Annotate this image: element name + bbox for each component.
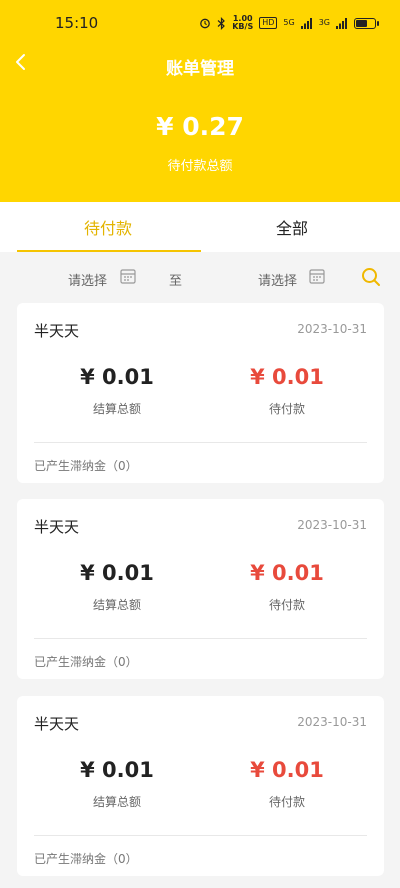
tab-all[interactable]: 全部 — [192, 202, 392, 252]
date-range-separator: 至 — [169, 274, 183, 289]
hd-icon: HD — [259, 17, 278, 29]
pending-label: 待付款 — [268, 795, 305, 809]
page-title: 账单管理 — [166, 59, 234, 79]
late-fee-info: 已产生滞纳金（0） — [34, 852, 138, 866]
status-bar: 15:10 1.00 KB/S HD 5G 3G — [0, 0, 400, 48]
settle-label: 结算总额 — [92, 598, 141, 612]
status-time: 15:10 — [55, 14, 99, 32]
pending-label: 待付款 — [268, 598, 305, 612]
bill-shop-name: 半天天 — [34, 518, 80, 536]
calendar-icon[interactable] — [120, 268, 136, 284]
pending-label: 待付款 — [268, 402, 305, 416]
end-date-picker[interactable]: 请选择 — [258, 270, 297, 289]
late-fee-info: 已产生滞纳金（0） — [34, 459, 138, 473]
bill-date: 2023-10-31 — [297, 322, 367, 336]
tab-pending[interactable]: 待付款 — [8, 202, 208, 252]
network-speed: 1.00 KB/S — [232, 14, 254, 31]
bill-card[interactable]: 半天天 2023-10-31 ¥ 0.01 ¥ 0.01 结算总额 待付款 已产… — [17, 303, 384, 483]
settle-amount: ¥ 0.01 — [80, 758, 154, 782]
card-divider — [34, 835, 367, 836]
pending-amount: ¥ 0.01 — [250, 365, 324, 389]
settle-label: 结算总额 — [92, 795, 141, 809]
pending-amount: ¥ 0.01 — [250, 561, 324, 585]
net-3g-label: 3G — [318, 18, 330, 27]
battery-icon — [354, 17, 379, 29]
bill-shop-name: 半天天 — [34, 715, 80, 733]
alarm-icon — [200, 18, 211, 29]
tab-bar: 待付款 全部 — [0, 202, 400, 252]
bill-date: 2023-10-31 — [297, 715, 367, 729]
signal-icon — [300, 17, 312, 29]
bill-card[interactable]: 半天天 2023-10-31 ¥ 0.01 ¥ 0.01 结算总额 待付款 已产… — [17, 499, 384, 679]
total-pending-label: 待付款总额 — [167, 159, 233, 174]
status-icons: 1.00 KB/S HD 5G 3G — [199, 14, 379, 31]
calendar-icon[interactable] — [309, 268, 325, 284]
bill-card[interactable]: 半天天 2023-10-31 ¥ 0.01 ¥ 0.01 结算总额 待付款 已产… — [17, 696, 384, 876]
settle-amount: ¥ 0.01 — [80, 365, 154, 389]
bluetooth-icon — [217, 16, 226, 30]
bill-date: 2023-10-31 — [297, 518, 367, 532]
card-divider — [34, 638, 367, 639]
settle-label: 结算总额 — [92, 402, 141, 416]
search-icon[interactable] — [361, 267, 381, 287]
header: 15:10 1.00 KB/S HD 5G 3G 账单管理 ¥ 0.27 待付款总… — [0, 0, 400, 202]
late-fee-info: 已产生滞纳金（0） — [34, 655, 138, 669]
net-5g-label: 5G — [283, 18, 295, 27]
date-filter-bar: 请选择 至 请选择 — [0, 252, 400, 302]
bill-shop-name: 半天天 — [34, 322, 80, 340]
settle-amount: ¥ 0.01 — [80, 561, 154, 585]
start-date-picker[interactable]: 请选择 — [68, 270, 107, 289]
pending-amount: ¥ 0.01 — [250, 758, 324, 782]
signal-icon-2 — [336, 17, 347, 29]
card-divider — [34, 442, 367, 443]
total-pending-amount: ¥ 0.27 — [156, 112, 244, 141]
